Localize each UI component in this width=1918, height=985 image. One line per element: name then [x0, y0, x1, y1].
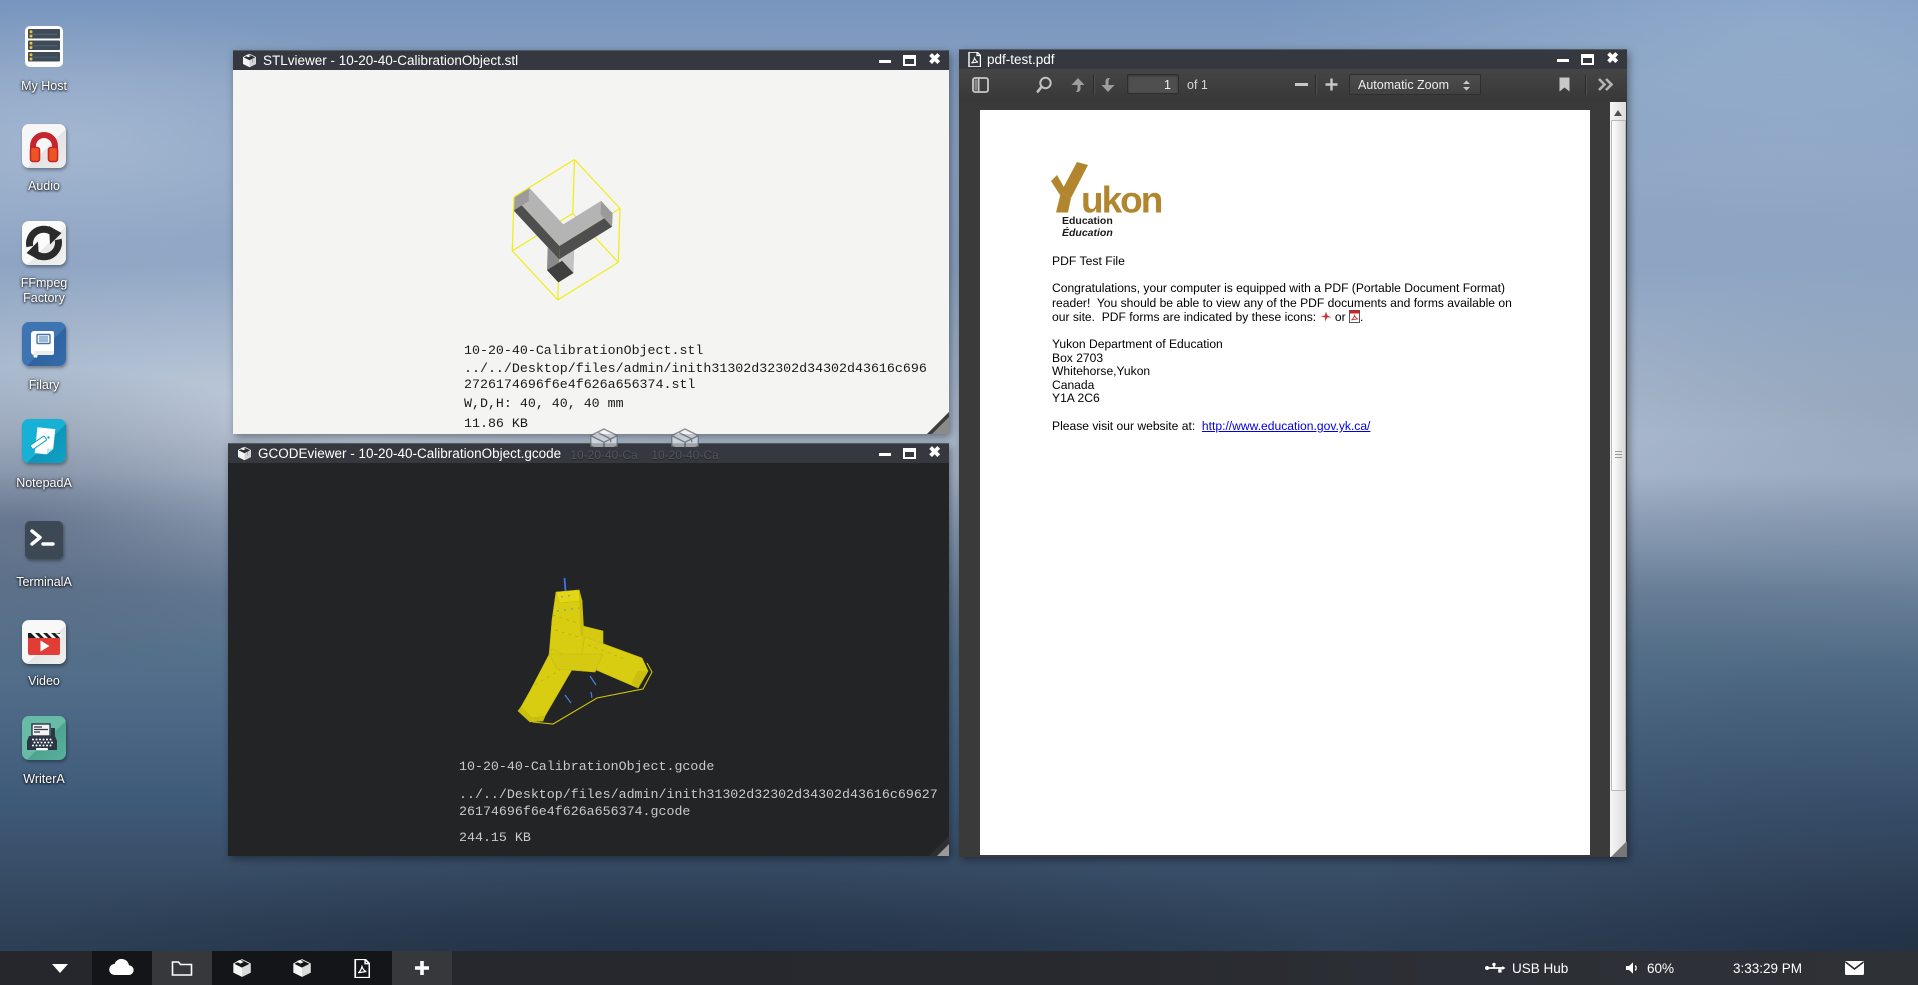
svg-text:ukon: ukon: [1081, 180, 1162, 214]
